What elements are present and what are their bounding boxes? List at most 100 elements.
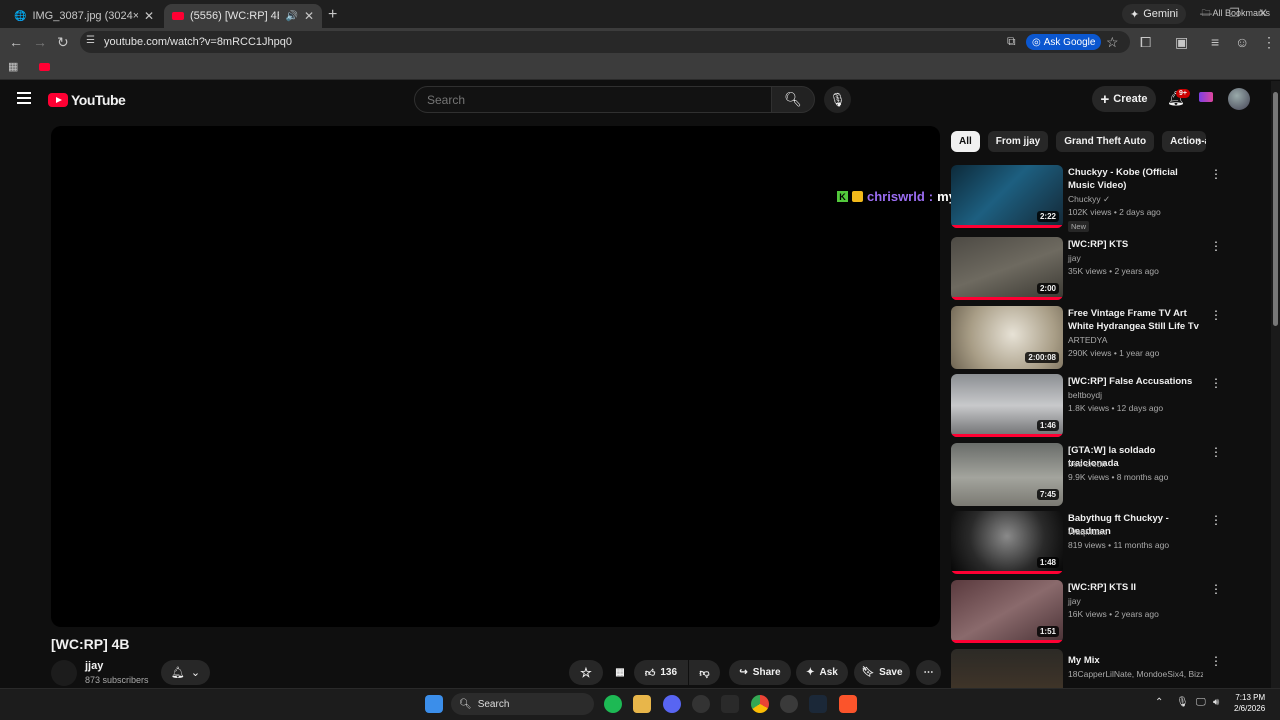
account-avatar[interactable] — [1228, 88, 1250, 110]
chrome-icon[interactable] — [751, 695, 769, 713]
youtube-bookmark-icon[interactable] — [39, 63, 50, 71]
split-view-icon[interactable]: ▣ — [1175, 34, 1188, 51]
reload-icon[interactable]: ↻ — [57, 34, 69, 51]
hamburger-menu-icon[interactable] — [17, 92, 31, 104]
star-button[interactable]: ☆ — [569, 660, 603, 685]
mix-thumbnail[interactable] — [951, 649, 1063, 688]
recommendation-title[interactable]: [WC:RP] KTS — [1068, 238, 1203, 251]
voice-search-button[interactable]: 🎙︎ — [824, 86, 851, 113]
search-input[interactable] — [414, 86, 772, 113]
browser-tab-youtube[interactable]: (5556) [WC:RP] 4B - YouTube 🔊 ✕ — [164, 4, 322, 28]
recommendation-item[interactable]: 2:00:08 Free Vintage Frame TV Art White … — [951, 306, 1251, 369]
recommendation-title[interactable]: [WC:RP] KTS II — [1068, 581, 1203, 594]
browser-tab-image[interactable]: 🌐 IMG_3087.jpg (3024×4032) ✕ — [6, 4, 162, 28]
microphone-icon[interactable]: 🎙︎ — [1176, 697, 1189, 708]
channel-name[interactable]: jjay — [85, 660, 103, 672]
recommendation-title[interactable]: Free Vintage Frame TV Art White Hydrange… — [1068, 307, 1203, 334]
file-explorer-icon[interactable] — [633, 695, 651, 713]
video-thumbnail[interactable]: 2:00:08 — [951, 306, 1063, 369]
taskbar-search[interactable]: 🔍︎ Search — [451, 693, 594, 715]
scrollbar-thumb[interactable] — [1273, 92, 1278, 326]
recommendation-item[interactable]: 1:51 [WC:RP] KTS II jjay 16K views • 2 y… — [951, 580, 1251, 643]
recommendation-channel[interactable]: jjay — [1068, 253, 1081, 263]
windows-start-icon[interactable] — [425, 695, 443, 713]
forward-icon[interactable]: → — [33, 34, 47, 50]
recommendation-title[interactable]: [WC:RP] False Accusations — [1068, 375, 1203, 388]
recommendation-channel[interactable]: Chuckyy ✓ — [1068, 194, 1110, 205]
ask-button[interactable]: ✦ Ask — [796, 660, 848, 685]
volume-icon[interactable]: 🔊︎ — [1213, 697, 1219, 708]
grid-button[interactable]: ▦ — [609, 660, 631, 685]
taskbar-clock[interactable]: 7:13 PM 2/6/2026 — [1234, 692, 1265, 714]
more-options-icon[interactable]: ⋮ — [1210, 167, 1222, 181]
chevron-up-icon[interactable]: ⌃ — [1155, 697, 1163, 708]
youtube-logo[interactable]: YouTube — [48, 92, 126, 108]
more-options-icon[interactable]: ⋮ — [1210, 582, 1222, 596]
back-icon[interactable]: ← — [9, 34, 23, 50]
channel-avatar[interactable] — [51, 660, 77, 686]
address-bar[interactable]: youtube.com/watch?v=8mRCC1Jhpq0 — [80, 31, 1130, 53]
recommendation-channel[interactable]: jjay — [1068, 596, 1081, 606]
recommendation-item[interactable]: 2:00 [WC:RP] KTS jjay 35K views • 2 year… — [951, 237, 1251, 300]
install-app-icon[interactable]: ⧉ — [1007, 34, 1016, 49]
more-options-icon[interactable]: ⋮ — [1210, 308, 1222, 322]
more-actions-button[interactable]: ⋯ — [916, 660, 941, 685]
steam-icon[interactable] — [809, 695, 827, 713]
recommendation-channel[interactable]: free credit — [1068, 459, 1106, 469]
close-icon[interactable]: ✕ — [144, 9, 154, 23]
app-icon[interactable] — [692, 695, 710, 713]
bookmark-star-icon[interactable]: ☆ — [1106, 34, 1119, 51]
menu-dots-icon[interactable]: ⋮ — [1262, 34, 1276, 51]
more-options-icon[interactable]: ⋮ — [1210, 654, 1222, 668]
epic-games-icon[interactable] — [721, 695, 739, 713]
share-button[interactable]: ↪ Share — [729, 660, 791, 685]
recommendation-item[interactable]: 1:46 [WC:RP] False Accusations beltboydj… — [951, 374, 1251, 437]
chip-from-jjay[interactable]: From jjay — [987, 131, 1049, 152]
more-options-icon[interactable]: ⋮ — [1210, 513, 1222, 527]
video-thumbnail[interactable]: 2:00 — [951, 237, 1063, 300]
save-button[interactable]: 🔖︎ Save — [854, 660, 910, 685]
all-bookmarks[interactable]: 🗀 All Bookmarks — [1201, 6, 1270, 22]
video-thumbnail[interactable]: 1:46 — [951, 374, 1063, 437]
app-icon[interactable] — [780, 695, 798, 713]
chevron-right-icon[interactable]: › — [1197, 134, 1201, 149]
subscribed-notifications-button[interactable]: 🔔︎ ⌄ — [161, 660, 210, 685]
video-thumbnail[interactable]: 7:45 — [951, 443, 1063, 506]
recommendation-title[interactable]: Chuckyy - Kobe (Official Music Video) — [1068, 166, 1203, 192]
recommendation-item[interactable]: 2:22 Chuckyy - Kobe (Official Music Vide… — [951, 165, 1251, 232]
discord-icon[interactable] — [663, 695, 681, 713]
dislike-button[interactable]: 👎︎ — [689, 660, 720, 685]
brave-icon[interactable] — [839, 695, 857, 713]
site-info-icon[interactable]: ☰ — [86, 35, 95, 46]
video-thumbnail[interactable]: 1:51 — [951, 580, 1063, 643]
search-button[interactable]: 🔍︎ — [771, 86, 815, 113]
monitor-icon[interactable]: 🖵 — [1196, 697, 1206, 708]
speaker-icon[interactable]: 🔊 — [285, 11, 297, 22]
recommendation-channel[interactable]: beltboydj — [1068, 390, 1102, 400]
video-player[interactable] — [51, 126, 940, 627]
chip-all[interactable]: All — [951, 131, 980, 152]
new-tab-button[interactable]: + — [328, 6, 337, 24]
gemini-button[interactable]: ✦ Gemini — [1122, 4, 1187, 24]
more-options-icon[interactable]: ⋮ — [1210, 376, 1222, 390]
recommendation-item[interactable]: 7:45 [GTA:W] la soldado traicionada free… — [951, 443, 1251, 506]
more-options-icon[interactable]: ⋮ — [1210, 239, 1222, 253]
like-button[interactable]: 👍︎ 136 — [634, 660, 688, 685]
video-thumbnail[interactable]: 1:48 — [951, 511, 1063, 574]
recommendation-channel[interactable]: 18CapperLilNate, MondoeSix4, Bizzy Ba... — [1068, 669, 1203, 679]
recommendation-title[interactable]: My Mix — [1068, 654, 1203, 667]
close-icon[interactable]: ✕ — [304, 9, 314, 23]
recommendation-channel[interactable]: ARTEDYA — [1068, 335, 1107, 345]
chip-grand-theft-auto[interactable]: Grand Theft Auto — [1056, 131, 1155, 152]
reading-list-icon[interactable]: ≡ — [1211, 34, 1219, 50]
recommendation-item[interactable]: 1:48 Babythug ft Chuckyy - Deadman WaqMu… — [951, 511, 1251, 574]
recommendation-item[interactable]: My Mix 18CapperLilNate, MondoeSix4, Bizz… — [951, 649, 1251, 688]
apps-grid-icon[interactable]: ▦ — [8, 60, 18, 73]
spotify-icon[interactable] — [604, 695, 622, 713]
profile-icon[interactable]: ☺ — [1235, 34, 1249, 50]
more-options-icon[interactable]: ⋮ — [1210, 445, 1222, 459]
ask-google-button[interactable]: ◎ Ask Google — [1026, 34, 1102, 50]
extensions-icon[interactable]: ⧠ — [1140, 34, 1151, 51]
video-thumbnail[interactable]: 2:22 — [951, 165, 1063, 228]
recommendation-channel[interactable]: WaqMusic — [1068, 527, 1107, 537]
